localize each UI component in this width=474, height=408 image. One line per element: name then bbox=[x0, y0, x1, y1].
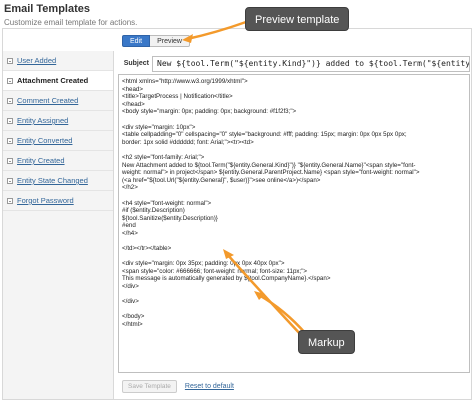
sidebar-item-forgot-password[interactable]: Forgot Password bbox=[3, 191, 113, 211]
markup-textarea[interactable]: <html xmlns="http://www.w3.org/1999/xhtm… bbox=[118, 74, 470, 373]
page-subtitle: Customize email template for actions. bbox=[4, 18, 138, 27]
sidebar-item-comment-created[interactable]: Comment Created bbox=[3, 91, 113, 111]
tab-edit[interactable]: Edit bbox=[122, 35, 151, 47]
sidebar-item-label: Entity Converted bbox=[17, 136, 73, 145]
template-icon bbox=[7, 77, 13, 84]
sidebar-item-entity-state-changed[interactable]: Entity State Changed bbox=[3, 171, 113, 191]
sidebar-item-label: Comment Created bbox=[17, 96, 79, 105]
sidebar-item-label: Entity Assigned bbox=[17, 116, 69, 125]
save-template-button[interactable]: Save Template bbox=[122, 380, 177, 393]
sidebar-item-label: User Added bbox=[17, 56, 57, 65]
preview-template-callout: Preview template bbox=[245, 7, 350, 31]
sidebar-item-label: Forgot Password bbox=[17, 196, 74, 205]
template-icon bbox=[7, 157, 13, 164]
sidebar-item-entity-converted[interactable]: Entity Converted bbox=[3, 131, 113, 151]
page-title: Email Templates bbox=[4, 3, 90, 15]
subject-label: Subject bbox=[123, 60, 149, 67]
tab-preview[interactable]: Preview bbox=[150, 35, 190, 47]
sidebar-item-attachment-created[interactable]: Attachment Created bbox=[3, 71, 113, 91]
template-icon bbox=[7, 177, 13, 184]
template-icon bbox=[7, 117, 13, 124]
page-header: Email Templates Customize email template… bbox=[4, 3, 137, 27]
sidebar: User Added Attachment Created Comment Cr… bbox=[3, 51, 114, 399]
sidebar-item-label: Attachment Created bbox=[17, 76, 89, 85]
sidebar-item-entity-assigned[interactable]: Entity Assigned bbox=[3, 111, 113, 131]
sidebar-item-entity-created[interactable]: Entity Created bbox=[3, 151, 113, 171]
reset-to-default-link[interactable]: Reset to default bbox=[185, 383, 234, 390]
template-icon bbox=[7, 57, 13, 64]
footer-actions: Save Template Reset to default bbox=[122, 380, 234, 393]
template-icon bbox=[7, 197, 13, 204]
markup-callout: Markup bbox=[298, 330, 355, 354]
editor-tabs: Edit Preview bbox=[122, 35, 190, 47]
template-icon bbox=[7, 97, 13, 104]
subject-row: Subject New ${tool.Term("${entity.Kind}"… bbox=[118, 55, 470, 72]
sidebar-item-label: Entity Created bbox=[17, 156, 65, 165]
subject-input[interactable]: New ${tool.Term("${entity.Kind}")} added… bbox=[152, 55, 470, 72]
sidebar-item-user-added[interactable]: User Added bbox=[3, 51, 113, 71]
template-icon bbox=[7, 137, 13, 144]
sidebar-item-label: Entity State Changed bbox=[17, 176, 88, 185]
